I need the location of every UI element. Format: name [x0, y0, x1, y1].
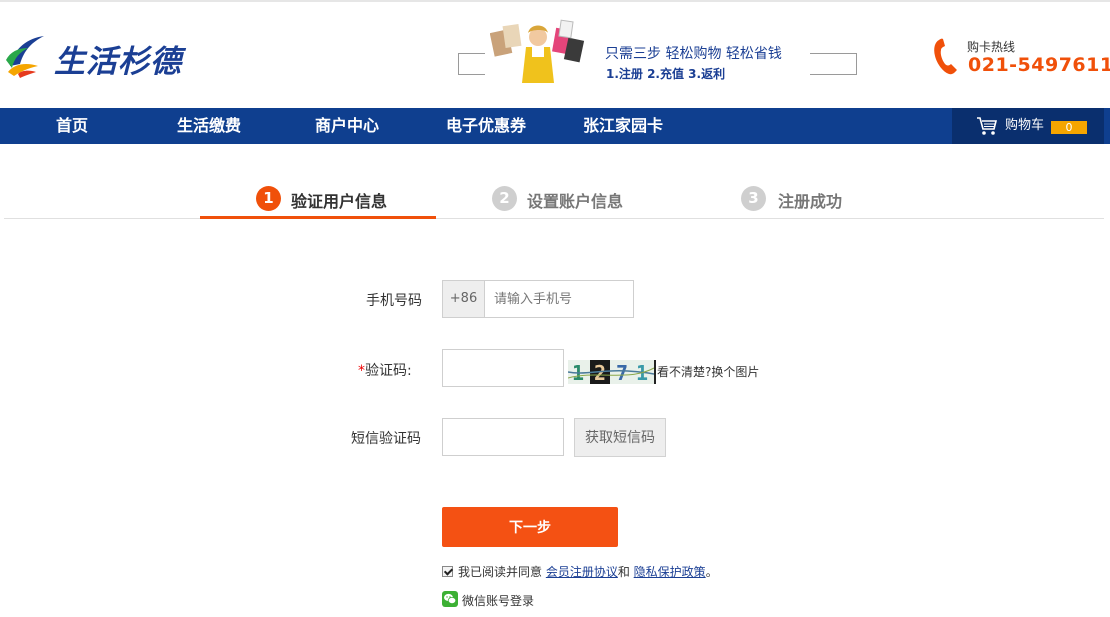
- captcha-input[interactable]: [442, 349, 564, 387]
- hotline: 购卡热线 021-54976116: [933, 36, 1110, 82]
- step-label: 设置账户信息: [527, 192, 624, 211]
- step-active-underline: [200, 216, 436, 219]
- sms-code-input[interactable]: [442, 418, 564, 456]
- promo-banner: 只需三步 轻松购物 轻松省钱 1.注册 2.充值 3.返利: [458, 15, 858, 85]
- cart-icon: [977, 117, 998, 135]
- cart-label: 购物车: [1005, 118, 1045, 133]
- wechat-icon: [442, 591, 458, 607]
- phone-label: 手机号码: [366, 293, 422, 309]
- promo-steps: 1.注册 2.充值 3.返利: [606, 67, 726, 81]
- next-step-button[interactable]: 下一步: [442, 507, 618, 547]
- step-number: 1: [256, 186, 281, 211]
- member-agreement-link[interactable]: 会员注册协议: [546, 565, 618, 579]
- promo-slogan: 只需三步 轻松购物 轻松省钱: [605, 46, 782, 62]
- country-code-prefix: +86: [443, 281, 485, 317]
- promo-bracket-right: [810, 53, 857, 75]
- cart-button[interactable]: 购物车 0: [952, 108, 1104, 144]
- logo-mark-icon: [6, 36, 44, 78]
- captcha-label-text: 验证码:: [365, 363, 412, 379]
- main-nav: 首页 生活缴费 商户中心 电子优惠券 张江家园卡: [0, 108, 1110, 144]
- step-label: 验证用户信息: [291, 192, 388, 211]
- agree-prefix: 我已阅读并同意: [458, 565, 546, 579]
- get-sms-code-button[interactable]: 获取短信码: [574, 418, 666, 457]
- captcha-image[interactable]: 1 2 7 1: [568, 360, 656, 384]
- hotline-label: 购卡热线: [967, 40, 1016, 54]
- step-number: 2: [492, 186, 517, 211]
- required-mark: *: [358, 363, 365, 379]
- cart-count-badge: 0: [1051, 121, 1087, 134]
- top-border: [0, 0, 1110, 2]
- logo-text: 生活杉德: [54, 44, 182, 80]
- wechat-login-text: 微信账号登录: [462, 594, 535, 608]
- phone-icon: [934, 38, 957, 75]
- phone-input-group: +86: [442, 280, 634, 318]
- agreement-text: 我已阅读并同意 会员注册协议和 隐私保护政策。: [458, 564, 718, 580]
- privacy-policy-link[interactable]: 隐私保护政策: [634, 565, 706, 579]
- shopping-woman-image: [490, 19, 585, 83]
- phone-input[interactable]: [485, 281, 633, 317]
- step-divider: [4, 218, 1104, 219]
- step-number: 3: [741, 186, 766, 211]
- captcha-refresh-link[interactable]: 看不清楚?换个图片: [657, 363, 759, 380]
- agree-checkbox[interactable]: [442, 566, 453, 577]
- sms-code-label: 短信验证码: [351, 431, 421, 447]
- nav-item-merchant-center[interactable]: 商户中心: [315, 108, 379, 144]
- nav-item-bill-payment[interactable]: 生活缴费: [177, 108, 241, 144]
- agree-suffix: 。: [705, 565, 718, 579]
- agree-and: 和: [617, 565, 634, 579]
- nav-item-zhangjiang-card[interactable]: 张江家园卡: [583, 108, 663, 144]
- captcha-label: *验证码:: [358, 360, 412, 380]
- hotline-number: 021-54976116: [968, 54, 1110, 76]
- step-label: 注册成功: [778, 192, 843, 211]
- nav-item-home[interactable]: 首页: [56, 108, 88, 144]
- promo-bracket-left: [458, 53, 485, 75]
- site-logo[interactable]: 生活杉德: [4, 30, 184, 80]
- svg-text:7: 7: [616, 361, 628, 384]
- captcha-glyphs: 1 2 7 1: [568, 360, 654, 384]
- nav-item-e-coupons[interactable]: 电子优惠券: [446, 108, 526, 144]
